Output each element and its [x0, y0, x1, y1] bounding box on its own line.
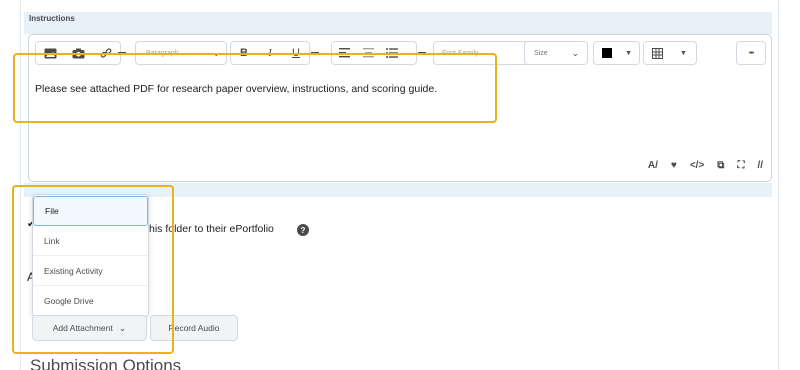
accessibility-checker-icon[interactable]: ♥ — [671, 160, 677, 171]
add-attachment-label: Add Attachment — [52, 323, 113, 333]
alignment-group — [331, 41, 417, 65]
fullscreen-icon[interactable]: ⛶ — [737, 160, 744, 171]
rich-text-editor[interactable]: Paragraph ⌄ B I U Font Family ⌄ Size — [28, 34, 772, 182]
font-color-select[interactable]: ▼ — [593, 41, 640, 65]
instructions-section-band — [24, 12, 772, 34]
toolbar-separator — [418, 52, 426, 53]
table-insert-group[interactable]: ▼ — [643, 41, 697, 65]
chevron-down-icon: ⌄ — [571, 47, 579, 58]
resize-handle-icon[interactable]: // — [757, 160, 763, 171]
insert-media-icon[interactable] — [64, 42, 92, 64]
font-family-select-label: Font Family — [442, 49, 479, 57]
record-audio-button[interactable]: Record Audio — [150, 315, 238, 341]
paragraph-select[interactable]: Paragraph ⌄ — [135, 41, 227, 65]
editor-content[interactable]: Please see attached PDF for research pap… — [35, 83, 437, 95]
eportfolio-setting-text: his folder to their ePortfolio — [149, 223, 274, 235]
page-right-border — [778, 0, 779, 370]
source-code-icon[interactable]: </> — [690, 160, 704, 171]
editor-bottom-tools: A/ ♥ </> ⧉ ⛶ // — [648, 160, 763, 171]
question-circle-icon[interactable]: ? — [297, 224, 309, 236]
color-swatch — [602, 48, 612, 58]
instructions-label: Instructions — [29, 14, 75, 23]
size-select[interactable]: Size ⌄ — [524, 41, 588, 65]
record-audio-label: Record Audio — [168, 323, 220, 333]
paragraph-select-label: Paragraph — [146, 49, 179, 57]
menu-item-link[interactable]: Link — [33, 226, 148, 256]
submission-options-heading: Submission Options — [30, 356, 182, 370]
align-left-icon[interactable] — [332, 42, 356, 64]
align-center-icon[interactable] — [356, 42, 380, 64]
preview-icon[interactable]: ⧉ — [717, 160, 724, 171]
insert-group — [35, 41, 121, 65]
menu-item-existing-activity[interactable]: Existing Activity — [33, 256, 148, 286]
insert-image-icon[interactable] — [36, 42, 64, 64]
menu-item-google-drive[interactable]: Google Drive — [33, 286, 148, 316]
more-icon: ••• — [748, 49, 754, 57]
caret-down-icon[interactable]: ▼ — [671, 42, 696, 64]
size-select-label: Size — [534, 49, 548, 57]
bold-button[interactable]: B — [231, 42, 257, 64]
insert-link-icon[interactable] — [92, 42, 120, 64]
page-left-border — [20, 0, 21, 370]
italic-button[interactable]: I — [257, 42, 283, 64]
attachment-dropdown-menu: File Link Existing Activity Google Drive — [32, 194, 149, 317]
more-options-button[interactable]: ••• — [736, 41, 766, 65]
bullet-list-icon[interactable] — [380, 42, 404, 64]
chevron-down-icon: ⌄ — [118, 322, 127, 333]
toolbar-separator — [118, 52, 126, 53]
toolbar-separator — [311, 52, 319, 53]
chevron-down-icon: ⌄ — [212, 47, 220, 58]
add-attachment-button[interactable]: Add Attachment ⌄ — [32, 315, 147, 341]
spellcheck-icon[interactable]: A/ — [648, 160, 658, 171]
caret-down-icon: ▼ — [625, 49, 632, 57]
underline-button[interactable]: U — [283, 42, 309, 64]
text-style-group: B I U — [230, 41, 310, 65]
menu-item-file[interactable]: File — [33, 196, 148, 226]
table-icon[interactable] — [644, 42, 671, 64]
editor-toolbar: Paragraph ⌄ B I U Font Family ⌄ Size — [29, 35, 771, 71]
